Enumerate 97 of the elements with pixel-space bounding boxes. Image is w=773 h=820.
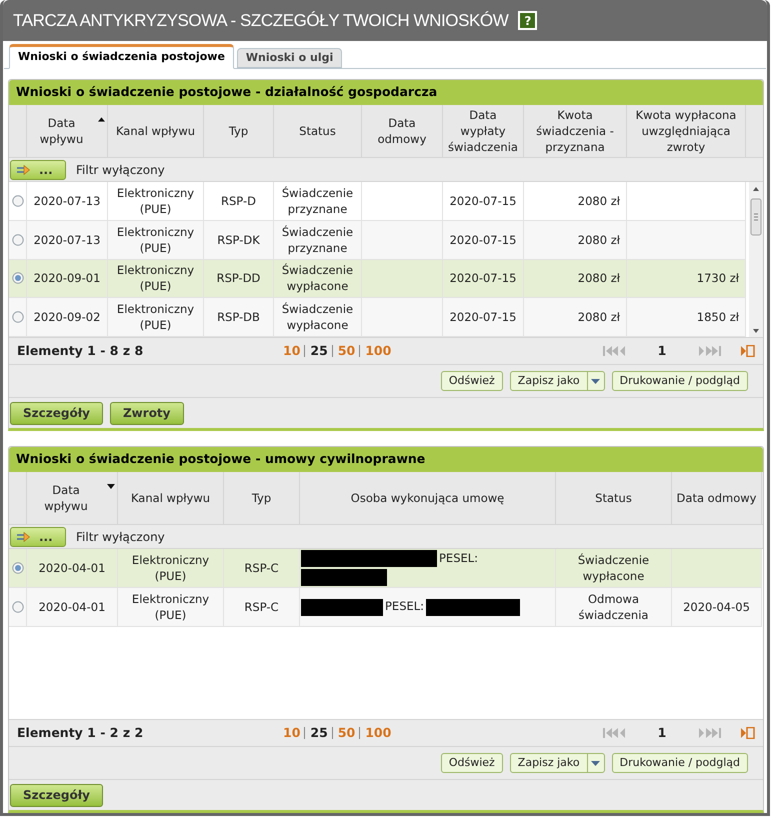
caret-icon[interactable] [591, 378, 600, 384]
radio-button[interactable] [12, 234, 24, 246]
radio-button-selected[interactable] [12, 272, 24, 284]
panel-title: Wnioski o świadczenie postojowe - działalność gospodarcza [9, 80, 763, 105]
table-row[interactable]: 2020-07-13 Elektroniczny (PUE) RSP-D Świadczenie przyznane 2020-07-15 2080 zł [9, 182, 746, 221]
table-row[interactable]: 2020-04-01 Elektroniczny (PUE) RSP-C PESEL: Odmowa świadczenia 2020-04-05 [9, 588, 762, 627]
table-cell-text: Świadczenie wypłacone [576, 552, 650, 584]
action-button[interactable]: Szczegóły [10, 784, 103, 806]
table-cell: RSP-DK [217, 232, 260, 248]
table-cell: RSP-C [244, 599, 279, 615]
column-header[interactable]: Data odmowy [364, 115, 440, 147]
column-header[interactable]: Kwota wypłacona uwzględniająca zwroty [629, 107, 743, 155]
export-icon[interactable] [741, 345, 755, 357]
table-cell: 2020-09-01 [34, 270, 100, 286]
table-cell: 2020-04-01 [38, 599, 106, 615]
filter-arrows-icon [16, 532, 31, 542]
table-cell: 2020-07-15 [450, 192, 516, 209]
page-size-link[interactable]: 25 [304, 727, 328, 739]
column-header[interactable]: Status [299, 123, 336, 139]
radio-button[interactable] [12, 311, 24, 324]
action-button[interactable]: Szczegóły [10, 402, 103, 424]
action-button[interactable]: Zwroty [110, 402, 184, 424]
pager-summary: Elementy 1 - 8 z 8 [17, 342, 144, 360]
column-header[interactable]: Typ [228, 123, 248, 139]
table-cell: 2080 zł [578, 192, 620, 209]
table-row[interactable]: 2020-09-02 Elektroniczny (PUE) RSP-DB Świadczenie wypłacone 2020-07-15 2080 zł 1850 zł [9, 298, 746, 337]
table-row[interactable]: 2020-04-01 Elektroniczny (PUE) RSP-C PESEL: Świadczenie wypłacone [9, 549, 762, 588]
table-cell: RSP-DD [216, 270, 260, 286]
column-header[interactable]: Data wypłaty świadczenia [445, 107, 521, 155]
action-button[interactable]: Odśwież [440, 371, 503, 391]
page-number: 1 [656, 724, 668, 742]
table-cell: 2080 zł [578, 232, 620, 248]
caret-icon[interactable] [591, 760, 600, 766]
table-cell: 1730 zł [696, 270, 739, 286]
table-row[interactable]: 2020-07-13 Elektroniczny (PUE) RSP-DK Świadczenie przyznane 2020-07-15 2080 zł [9, 220, 746, 260]
table-cell-text: Elektroniczny (PUE) [116, 262, 196, 294]
table-cell-text: Odmowa świadczenia [578, 591, 650, 623]
table-cell: 2020-04-01 [38, 560, 106, 576]
table-cell: 2020-07-15 [450, 232, 516, 248]
page-number: 1 [656, 342, 668, 360]
action-button[interactable]: Drukowanie / podgląd [612, 371, 748, 391]
table-cell-text: Świadczenie przyznane [280, 184, 354, 217]
table-cell: 2020-04-05 [683, 599, 750, 615]
table-cell-text: Świadczenie wypłacone [280, 301, 354, 334]
table-cell-text: Elektroniczny (PUE) [130, 552, 210, 584]
table-cell: 1850 zł [696, 309, 739, 326]
split-button[interactable]: Zapisz jako [510, 753, 605, 773]
table-cell-text: Świadczenie przyznane [280, 224, 354, 256]
filter-arrows-icon [16, 164, 31, 174]
export-icon[interactable] [741, 727, 755, 739]
table-cell: 2020-09-02 [34, 309, 100, 326]
radio-button-selected[interactable] [12, 562, 24, 574]
column-header[interactable]: Osoba wykonująca umowę [350, 490, 504, 506]
panel-title: Wnioski o świadczenie postojowe - umowy cywilnoprawne [9, 447, 763, 472]
action-button[interactable]: Odśwież [440, 753, 503, 773]
split-button[interactable]: Zapisz jako [510, 371, 605, 391]
table-cell: 2020-07-13 [34, 232, 100, 248]
table-cell-text: Elektroniczny (PUE) [116, 224, 196, 256]
table-cell: RSP-D [221, 192, 256, 209]
table-cell: 2020-07-15 [450, 270, 516, 286]
column-header[interactable]: Data wpływu [29, 115, 94, 147]
table-cell-text: PESEL: [438, 550, 480, 567]
column-header[interactable]: Kwota świadczenia - przyznana [526, 107, 624, 155]
table-cell-text: Elektroniczny (PUE) [116, 301, 196, 334]
column-header[interactable]: Kanal wpływu [116, 123, 196, 139]
table-cell: RSP-C [244, 560, 279, 576]
table-cell-text: PESEL: [384, 598, 426, 616]
filter-status: Filtr wyłączony [76, 162, 165, 178]
tab[interactable]: Wnioski o świadczenia postojowe [9, 44, 234, 69]
table-cell-text: Świadczenie wypłacone [280, 262, 354, 294]
table-cell-text: Elektroniczny (PUE) [116, 184, 196, 217]
help-button[interactable]: ? [518, 11, 538, 30]
sort-up-icon[interactable] [98, 117, 105, 122]
column-header[interactable]: Typ [252, 490, 272, 506]
table-cell: 2080 zł [578, 309, 620, 326]
table-cell: RSP-DB [217, 309, 260, 326]
radio-button[interactable] [12, 601, 24, 613]
column-header[interactable]: Kanal wpływu [130, 490, 210, 506]
page-size-link[interactable]: 25 [304, 345, 328, 357]
filter-button[interactable]: ... [10, 160, 66, 180]
radio-button[interactable] [12, 194, 24, 207]
action-button[interactable]: Drukowanie / podgląd [612, 753, 748, 773]
tab[interactable]: Wnioski o ulgi [236, 48, 342, 68]
table-cell: 2020-07-15 [450, 309, 516, 326]
sort-down-icon[interactable] [107, 484, 115, 489]
table-cell: 2020-07-13 [34, 192, 100, 209]
window-title: TARCZA ANTYKRYZYSOWA - SZCZEGÓŁY TWOICH WNIOSKÓW [13, 10, 508, 32]
column-header[interactable]: Data wpływu [29, 482, 104, 514]
filter-button[interactable]: ... [10, 526, 66, 546]
column-header[interactable]: Status [595, 490, 632, 506]
scrollbar[interactable] [749, 182, 763, 337]
table-row[interactable]: 2020-09-01 Elektroniczny (PUE) RSP-DD Świadczenie wypłacone 2020-07-15 2080 zł 1730 zł [9, 260, 746, 298]
filter-status: Filtr wyłączony [76, 528, 165, 546]
table-cell: 2080 zł [578, 270, 620, 286]
table-cell-text: Elektroniczny (PUE) [130, 591, 210, 623]
column-header[interactable]: Data odmowy [676, 490, 756, 506]
pager-summary: Elementy 1 - 2 z 2 [17, 724, 144, 742]
